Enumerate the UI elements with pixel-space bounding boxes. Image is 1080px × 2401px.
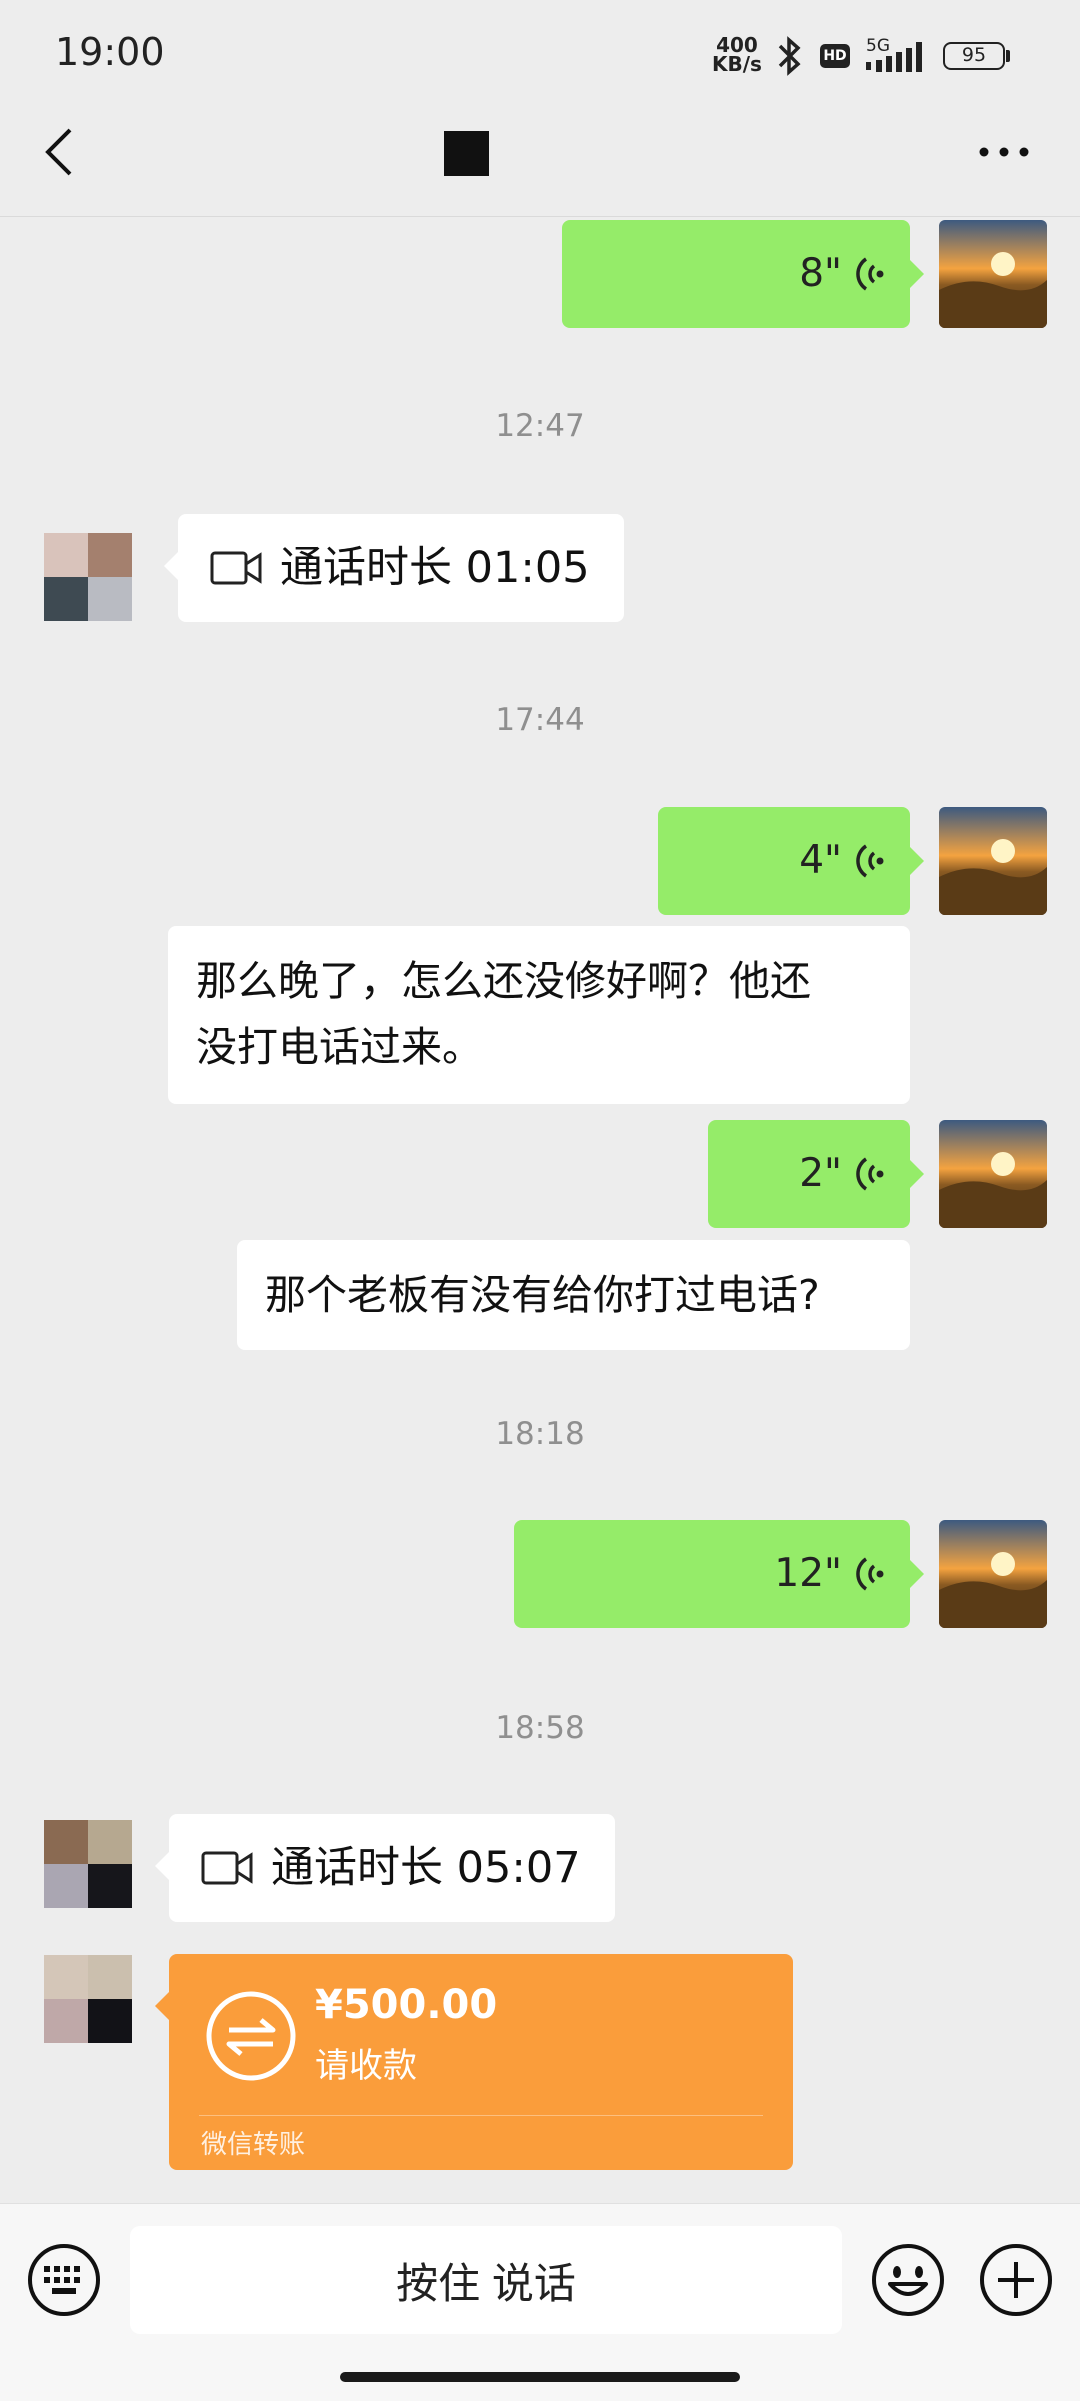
video-call-icon	[201, 1851, 253, 1885]
transfer-amount: ¥500.00	[315, 1982, 498, 2028]
text-message[interactable]: 那个老板有没有给你打过电话?	[237, 1240, 910, 1350]
contact-avatar[interactable]	[44, 1955, 132, 2043]
voice-duration: 2"	[799, 1151, 842, 1196]
hold-to-talk-button[interactable]: 按住 说话	[130, 2226, 842, 2334]
voice-message[interactable]: 8"	[562, 220, 924, 328]
text-message[interactable]: 那么晚了，怎么还没修好啊？他还 没打电话过来。	[168, 926, 910, 1104]
status-bar: 19:00 400 KB/s HD 5G 95	[0, 0, 1080, 110]
emoji-icon[interactable]	[870, 2242, 946, 2318]
contact-avatar[interactable]	[44, 1820, 132, 1908]
message-line: 没打电话过来。	[196, 1023, 483, 1071]
more-dots-icon[interactable]	[976, 140, 1032, 164]
voice-message[interactable]: 4"	[658, 807, 924, 915]
speed-unit: KB/s	[712, 52, 762, 76]
battery-level: 95	[961, 44, 987, 66]
voice-wave-icon	[856, 1157, 884, 1191]
voice-wave-icon	[856, 844, 884, 878]
voice-message[interactable]: 12"	[514, 1520, 924, 1628]
transfer-arrows-icon	[206, 1991, 296, 2081]
voice-duration: 8"	[799, 251, 842, 296]
plus-icon[interactable]	[978, 2242, 1054, 2318]
chat-title-redacted	[444, 131, 489, 176]
transfer-card[interactable]: ¥500.00 请收款 微信转账	[155, 1954, 793, 2170]
voice-wave-icon	[856, 257, 884, 291]
network-speed: 400 KB/s	[712, 35, 762, 76]
home-indicator[interactable]	[340, 2372, 740, 2382]
message-line: 那个老板有没有给你打过电话?	[265, 1271, 820, 1319]
keyboard-icon[interactable]	[26, 2242, 102, 2318]
back-icon[interactable]	[40, 124, 80, 180]
voice-wave-icon	[856, 1557, 884, 1591]
contact-avatar[interactable]	[44, 533, 132, 621]
message-line: 那么晚了，怎么还没修好啊？他还	[196, 957, 811, 1005]
hd-badge: HD	[820, 44, 850, 68]
timestamp: 18:58	[495, 1710, 585, 1746]
voice-duration: 4"	[799, 838, 842, 883]
voice-duration: 12"	[774, 1551, 842, 1596]
timestamp: 12:47	[495, 408, 585, 444]
transfer-status: 请收款	[315, 2046, 417, 2086]
bluetooth-icon	[778, 36, 801, 76]
video-call-record[interactable]: 通话时长 01:05	[164, 514, 624, 622]
my-avatar[interactable]	[939, 807, 1047, 915]
my-avatar[interactable]	[939, 1120, 1047, 1228]
chat-header	[0, 110, 1080, 217]
my-avatar[interactable]	[939, 220, 1047, 328]
signal-icon	[866, 42, 922, 72]
transfer-footer: 微信转账	[201, 2130, 306, 2160]
transfer-divider	[199, 2115, 763, 2116]
battery-tip	[1006, 50, 1010, 62]
call-duration-text: 通话时长 05:07	[271, 1843, 581, 1893]
status-time: 19:00	[55, 30, 165, 74]
voice-message[interactable]: 2"	[708, 1120, 924, 1228]
call-duration-text: 通话时长 01:05	[280, 543, 590, 593]
battery-icon: 95	[943, 42, 1005, 70]
my-avatar[interactable]	[939, 1520, 1047, 1628]
timestamp: 18:18	[495, 1416, 585, 1452]
timestamp: 17:44	[495, 702, 585, 738]
video-call-icon	[210, 551, 262, 585]
video-call-record[interactable]: 通话时长 05:07	[155, 1814, 615, 1922]
